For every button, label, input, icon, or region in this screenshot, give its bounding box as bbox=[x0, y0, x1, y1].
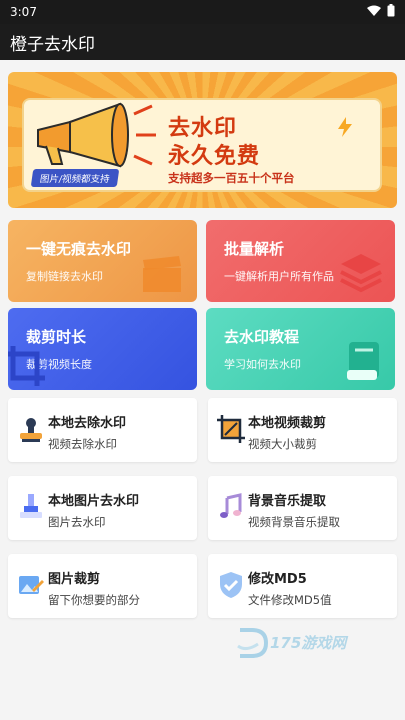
image-stamp-icon bbox=[20, 494, 42, 518]
local-remove-watermark-card[interactable]: 本地去除水印 视频去除水印 bbox=[8, 398, 197, 462]
battery-icon bbox=[387, 4, 395, 20]
watermark-logo-icon bbox=[237, 628, 269, 658]
tool-subtitle: 图片去水印 bbox=[48, 515, 106, 529]
banner-title-line2: 永久免费 bbox=[168, 144, 261, 169]
card-subtitle: 一键解析用户所有作品 bbox=[224, 270, 334, 283]
megaphone-icon bbox=[37, 102, 156, 168]
card-subtitle: 复制链接去水印 bbox=[26, 270, 103, 283]
watermark-text: 175游戏网 bbox=[270, 634, 347, 652]
tool-title: 图片裁剪 bbox=[48, 572, 101, 587]
tool-title: 修改MD5 bbox=[248, 572, 307, 587]
tutorial-card[interactable]: 去水印教程 学习如何去水印 bbox=[206, 308, 395, 390]
trim-duration-card[interactable]: 裁剪时长 裁剪视频长度 bbox=[8, 308, 197, 390]
crop-icon bbox=[8, 346, 45, 386]
tool-title: 本地视频裁剪 bbox=[248, 416, 327, 431]
tool-subtitle: 视频大小裁剪 bbox=[248, 437, 317, 451]
status-bar: 3:07 bbox=[0, 0, 405, 24]
banner-tag: 图片/视频都支持 bbox=[30, 169, 119, 187]
tool-subtitle: 视频背景音乐提取 bbox=[248, 515, 340, 529]
shield-icon bbox=[220, 572, 242, 598]
tool-title: 本地图片去水印 bbox=[48, 494, 140, 509]
local-video-crop-card[interactable]: 本地视频裁剪 视频大小裁剪 bbox=[208, 398, 397, 462]
tool-title: 本地去除水印 bbox=[48, 416, 127, 431]
card-title: 一键无痕去水印 bbox=[26, 240, 132, 258]
promo-banner[interactable]: 去水印 永久免费 支持超多一百五十个平台 图片/视频都支持 bbox=[8, 72, 397, 208]
tool-subtitle: 文件修改MD5值 bbox=[248, 593, 332, 607]
modify-md5-card[interactable]: 修改MD5 文件修改MD5值 bbox=[208, 554, 397, 618]
app-bar: 橙子去水印 bbox=[0, 24, 405, 60]
layers-icon bbox=[340, 254, 382, 293]
site-watermark: 175游戏网 bbox=[236, 626, 366, 662]
card-subtitle: 学习如何去水印 bbox=[224, 358, 301, 371]
status-time: 3:07 bbox=[10, 5, 37, 19]
wifi-icon bbox=[367, 5, 381, 20]
image-edit-icon bbox=[19, 576, 44, 594]
one-click-remove-card[interactable]: 一键无痕去水印 复制链接去水印 bbox=[8, 220, 197, 302]
tool-title: 背景音乐提取 bbox=[248, 494, 327, 509]
batch-parse-card[interactable]: 批量解析 一键解析用户所有作品 bbox=[206, 220, 395, 302]
tool-subtitle: 视频去除水印 bbox=[48, 437, 117, 451]
crop-frame-icon bbox=[217, 415, 245, 443]
book-icon bbox=[347, 342, 379, 380]
bgm-extract-card[interactable]: 背景音乐提取 视频背景音乐提取 bbox=[208, 476, 397, 540]
image-crop-card[interactable]: 图片裁剪 留下你想要的部分 bbox=[8, 554, 197, 618]
stamp-icon bbox=[20, 418, 42, 442]
banner-subtitle: 支持超多一百五十个平台 bbox=[168, 171, 295, 185]
local-image-remove-card[interactable]: 本地图片去水印 图片去水印 bbox=[8, 476, 197, 540]
tool-subtitle: 留下你想要的部分 bbox=[48, 593, 140, 607]
film-clapper-icon bbox=[143, 256, 181, 292]
app-title: 橙子去水印 bbox=[10, 34, 95, 55]
card-title: 去水印教程 bbox=[224, 328, 300, 346]
lightning-icon bbox=[338, 117, 352, 137]
music-note-icon bbox=[220, 493, 242, 518]
card-title: 批量解析 bbox=[224, 240, 285, 258]
main-content: 去水印 永久免费 支持超多一百五十个平台 图片/视频都支持 一键无痕去水印 复制… bbox=[0, 60, 405, 720]
